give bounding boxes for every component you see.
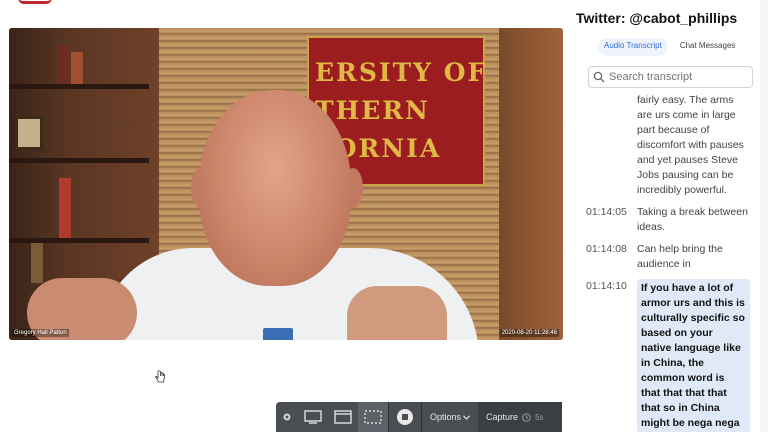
screen-icon bbox=[304, 410, 322, 424]
book bbox=[57, 46, 69, 84]
shelf bbox=[9, 84, 149, 89]
photo-frame bbox=[15, 116, 43, 150]
search-box[interactable] bbox=[588, 66, 753, 88]
book bbox=[59, 178, 71, 238]
speaker-head bbox=[199, 90, 351, 286]
transcript-list[interactable]: 01:13:55 So least one mistake is fairly … bbox=[586, 88, 750, 432]
transcript-text: If you have a lot of armor urs and this … bbox=[637, 279, 750, 432]
video-feed[interactable]: ERSITY OF THERN FORNIA Gregory Hall Patt… bbox=[9, 28, 563, 340]
video-timestamp: 2020-08-20 11:28:46 bbox=[499, 329, 559, 337]
scrollbar-track[interactable] bbox=[760, 0, 768, 432]
search-input[interactable] bbox=[609, 71, 749, 83]
transcript-entry[interactable]: 01:13:55 So least one mistake is fairly … bbox=[586, 88, 750, 198]
options-menu[interactable]: Options bbox=[422, 412, 478, 422]
capture-button[interactable]: Capture 5s bbox=[478, 402, 562, 432]
transcript-text: Can help bring the audience in bbox=[637, 243, 723, 270]
shelf bbox=[9, 158, 149, 163]
twitter-handle: Twitter: @cabot_phillips bbox=[576, 10, 738, 26]
settings-button[interactable] bbox=[276, 402, 298, 432]
tab-audio-transcript[interactable]: Audio Transcript bbox=[598, 38, 668, 56]
settings-icon bbox=[283, 413, 291, 421]
transcript-entry[interactable]: 01:14:05 Taking a break between ideas. bbox=[586, 205, 750, 235]
transcript-time: 01:14:08 bbox=[586, 243, 627, 255]
clock-icon bbox=[522, 412, 531, 422]
book bbox=[31, 243, 43, 283]
capture-toolbar: Options Capture 5s bbox=[276, 402, 562, 432]
capture-label: Capture bbox=[486, 412, 519, 422]
record-icon bbox=[397, 409, 413, 425]
screen: ERSITY OF THERN FORNIA Gregory Hall Patt… bbox=[0, 0, 768, 432]
capture-region-button[interactable] bbox=[358, 402, 388, 432]
transcript-entry-current[interactable]: 01:14:10 If you have a lot of armor urs … bbox=[586, 279, 750, 432]
transcript-time: 01:13:55 bbox=[586, 88, 631, 198]
book bbox=[71, 52, 83, 84]
transcript-time: 01:14:05 bbox=[586, 206, 627, 218]
participant-name: Gregory Hall Patton bbox=[12, 329, 69, 337]
chevron-down-icon bbox=[463, 414, 470, 420]
logo-fragment bbox=[18, 0, 52, 4]
tab-chat-messages[interactable]: Chat Messages bbox=[674, 38, 742, 56]
transcript-time: 01:14:10 bbox=[586, 280, 627, 292]
capture-screen-button[interactable] bbox=[298, 402, 328, 432]
panel-tabs: Audio Transcript Chat Messages bbox=[598, 38, 741, 56]
transcript-entry[interactable]: 01:14:08 Can help bring the audience in bbox=[586, 242, 750, 272]
capture-timer: 5s bbox=[535, 412, 544, 422]
transcript-text: Taking a break between ideas. bbox=[637, 206, 748, 233]
search-icon bbox=[593, 71, 605, 83]
shelf bbox=[9, 238, 149, 243]
speaker-tie bbox=[263, 328, 293, 340]
region-icon bbox=[364, 410, 382, 424]
record-button[interactable] bbox=[389, 402, 421, 432]
hand-cursor-icon bbox=[155, 370, 165, 383]
window-icon bbox=[334, 410, 352, 424]
transcript-text: So least one mistake is fairly easy. The… bbox=[637, 88, 745, 196]
speaker-hand bbox=[347, 286, 447, 340]
capture-window-button[interactable] bbox=[328, 402, 358, 432]
wall-panel bbox=[499, 28, 563, 340]
options-label: Options bbox=[430, 412, 462, 422]
